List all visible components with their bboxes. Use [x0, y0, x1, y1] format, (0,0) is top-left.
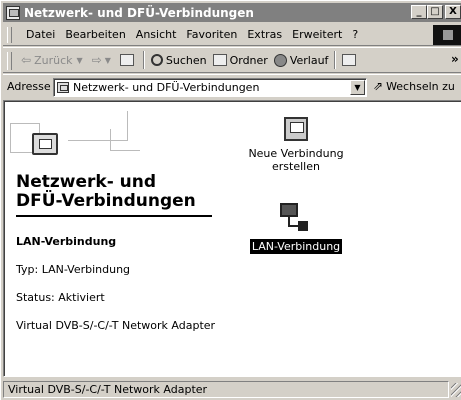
menu-favoriten[interactable]: Favoriten [181, 28, 242, 41]
status-info: Status: Aktiviert [16, 291, 105, 304]
history-label: Verlauf [289, 53, 329, 67]
details-panel: LAN-Verbindung Typ: LAN-Verbindung Statu… [16, 235, 216, 347]
close-button[interactable]: X [445, 5, 461, 19]
folders-label: Ordner [229, 53, 268, 67]
new-connection-item[interactable]: Neue Verbindung erstellen [240, 117, 352, 173]
menu-datei[interactable]: Datei [21, 28, 60, 41]
back-label: Zurück [34, 53, 73, 67]
monitor-shape [280, 203, 298, 217]
cable-shape [288, 217, 298, 227]
maximize-button[interactable]: □ [427, 5, 443, 19]
decorative-square [110, 129, 140, 151]
search-icon [150, 54, 163, 66]
selected-item-title: LAN-Verbindung [16, 235, 117, 248]
standard-toolbar: ⇦ Zurück ▼ ⇨ ▼ Suchen Ordner Verlauf » [3, 47, 461, 73]
lan-connection-label: LAN-Verbindung [249, 239, 343, 254]
toolbar-overflow-chevron[interactable]: » [451, 52, 459, 66]
address-value: Netzwerk- und DFÜ-Verbindungen [73, 81, 260, 94]
go-arrow-icon: ⇗ [373, 79, 384, 93]
back-button[interactable]: ⇦ Zurück ▼ [21, 53, 86, 67]
menu-ansicht[interactable]: Ansicht [131, 28, 182, 41]
move-to-icon [342, 54, 357, 66]
forward-button[interactable]: ⇨ ▼ [92, 53, 114, 67]
page-title-line2: DFÜ-Verbindungen [16, 191, 196, 211]
network-folder-icon [6, 5, 20, 20]
page-title: Netzwerk- und DFÜ-Verbindungen [16, 173, 216, 211]
back-arrow-icon: ⇦ [21, 53, 32, 67]
network-folder-icon [57, 82, 69, 93]
menu-help[interactable]: ? [347, 28, 363, 41]
toolbar-separator [142, 51, 145, 69]
new-connection-label-line1: Neue Verbindung [248, 147, 344, 160]
explorer-window: Netzwerk- und DFÜ-Verbindungen _ □ X Dat… [0, 0, 461, 400]
type-info: Typ: LAN-Verbindung [16, 263, 131, 276]
chevron-down-icon[interactable]: ▼ [105, 56, 111, 65]
new-connection-label: Neue Verbindung erstellen [248, 147, 343, 173]
up-folder-button[interactable] [119, 54, 137, 66]
up-folder-icon [119, 54, 134, 66]
title-divider [16, 215, 212, 217]
window-title: Netzwerk- und DFÜ-Verbindungen [24, 5, 254, 20]
go-label: Wechseln zu [386, 79, 455, 93]
plug-shape [298, 221, 308, 231]
move-to-button[interactable] [342, 54, 359, 66]
folders-button[interactable]: Ordner [212, 53, 268, 67]
new-connection-icon [284, 117, 308, 141]
folders-icon [212, 54, 227, 66]
new-connection-label-line2: erstellen [272, 160, 320, 173]
window-controls: _ □ X [411, 5, 461, 19]
status-text: Virtual DVB-S/-C/-T Network Adapter [3, 381, 449, 398]
address-bar: Adresse Netzwerk- und DFÜ-Verbindungen ▼… [3, 74, 461, 98]
banner-graphic [10, 111, 210, 166]
lan-connection-item[interactable]: LAN-Verbindung [240, 203, 352, 254]
menu-bar: Datei Bearbeiten Ansicht Favoriten Extra… [3, 24, 461, 46]
forward-arrow-icon: ⇨ [91, 53, 102, 67]
resize-grip[interactable] [451, 383, 461, 397]
address-label: Adresse [7, 80, 51, 93]
page-title-line1: Netzwerk- und [16, 172, 157, 192]
history-icon [273, 53, 287, 67]
address-dropdown-button[interactable]: ▼ [350, 80, 365, 95]
lan-connection-icon [280, 203, 312, 233]
go-button[interactable]: ⇗ Wechseln zu [373, 79, 455, 93]
status-bar: Virtual DVB-S/-C/-T Network Adapter [3, 379, 461, 400]
menu-extras[interactable]: Extras [242, 28, 287, 41]
search-label: Suchen [165, 53, 207, 67]
network-connections-icon [32, 133, 58, 155]
minimize-button[interactable]: _ [411, 5, 427, 19]
address-input[interactable]: Netzwerk- und DFÜ-Verbindungen ▼ [53, 78, 367, 97]
menu-bearbeiten[interactable]: Bearbeiten [60, 28, 130, 41]
menu-erweitert[interactable]: Erweitert [287, 28, 347, 41]
toolbar-separator [334, 51, 337, 69]
title-bar[interactable]: Netzwerk- und DFÜ-Verbindungen _ □ X [3, 3, 461, 22]
search-button[interactable]: Suchen [150, 53, 207, 67]
chevron-down-icon[interactable]: ▼ [76, 56, 82, 65]
history-button[interactable]: Verlauf [273, 53, 329, 67]
windows-logo-icon [433, 25, 461, 45]
folder-view: Netzwerk- und DFÜ-Verbindungen LAN-Verbi… [3, 100, 461, 377]
adapter-info: Virtual DVB-S/-C/-T Network Adapter [16, 319, 216, 332]
